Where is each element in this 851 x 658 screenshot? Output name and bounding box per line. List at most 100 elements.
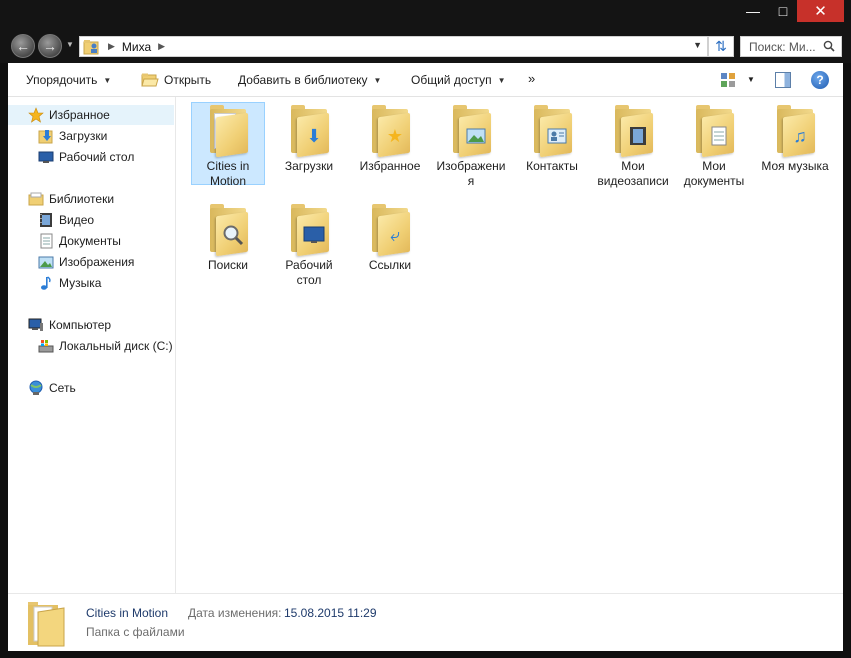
- folder-item-documents[interactable]: Мои документы: [677, 103, 751, 189]
- date-modified-value: 15.08.2015 11:29: [284, 606, 377, 620]
- breadcrumb-separator[interactable]: ▶: [108, 41, 115, 52]
- pictures-folder-icon: [449, 105, 493, 158]
- selected-item-type: Папка с файлами: [86, 625, 185, 639]
- nav-libraries[interactable]: Библиотеки: [28, 189, 114, 209]
- organize-label: Упорядочить: [26, 73, 98, 87]
- more-commands-button[interactable]: »: [528, 71, 535, 86]
- music-folder-icon: ♫: [773, 105, 817, 158]
- folder-label: Мои документы: [683, 159, 745, 188]
- explorer-body: Избранное Загрузки Рабочий стол Библиоте…: [8, 97, 843, 593]
- breadcrumb-separator[interactable]: ▶: [158, 41, 165, 52]
- contacts-folder-icon: [530, 105, 574, 158]
- nav-favorites[interactable]: Избранное: [8, 105, 174, 125]
- open-button[interactable]: Открыть: [141, 73, 211, 87]
- search-icon: [823, 40, 835, 52]
- folder-item-cities-in-motion[interactable]: Cities in Motion: [191, 102, 265, 188]
- navigation-pane: Избранное Загрузки Рабочий стол Библиоте…: [8, 97, 176, 593]
- address-bar[interactable]: ▶ Миха ▶ ▼: [79, 36, 708, 57]
- folder-icon: [26, 598, 66, 648]
- documents-icon: [38, 233, 54, 249]
- nav-computer[interactable]: Компьютер: [28, 315, 111, 335]
- folder-label: Контакты: [526, 159, 578, 173]
- desktop-folder-icon: [287, 204, 331, 257]
- folder-icon: [206, 105, 250, 158]
- close-button[interactable]: ✕: [797, 0, 844, 22]
- images-icon: [38, 254, 54, 270]
- preview-pane-icon[interactable]: [775, 72, 791, 88]
- recent-locations-dropdown[interactable]: ▼: [66, 40, 74, 49]
- folder-label: Рабочий стол: [285, 258, 333, 287]
- nav-label: Изображения: [59, 255, 135, 269]
- folder-label: Изображения: [436, 159, 506, 188]
- searches-folder-icon: [206, 204, 250, 257]
- forward-button[interactable]: →: [38, 34, 62, 58]
- open-folder-icon: [141, 73, 159, 87]
- nav-label: Локальный диск (C:): [59, 339, 173, 353]
- star-icon: [28, 107, 44, 123]
- nav-label: Видео: [59, 213, 95, 227]
- minimize-button[interactable]: —: [740, 0, 766, 22]
- details-pane: Cities in Motion Папка с файлами Дата из…: [8, 593, 843, 651]
- add-to-library-button[interactable]: Добавить в библиотеку ▼: [238, 73, 381, 87]
- folder-item-desktop[interactable]: Рабочий стол: [272, 202, 346, 288]
- nav-video[interactable]: Видео: [38, 210, 94, 230]
- share-label: Общий доступ: [411, 73, 492, 87]
- folder-label: Загрузки: [284, 159, 334, 173]
- nav-local-disk[interactable]: Локальный диск (C:): [38, 336, 173, 356]
- breadcrumb-user[interactable]: Миха: [122, 40, 151, 54]
- title-bar: — □ ✕: [0, 0, 851, 30]
- nav-label: Библиотеки: [49, 192, 115, 206]
- back-button[interactable]: ←: [11, 34, 35, 58]
- nav-images[interactable]: Изображения: [38, 252, 134, 272]
- view-options-dropdown[interactable]: ▼: [747, 75, 755, 84]
- folder-item-links[interactable]: ⤶ Ссылки: [353, 202, 427, 273]
- nav-label: Документы: [59, 234, 121, 248]
- nav-downloads[interactable]: Загрузки: [38, 126, 107, 146]
- chevron-down-icon: ▼: [103, 75, 112, 85]
- folder-label: Поиски: [208, 258, 248, 272]
- folder-item-downloads[interactable]: ⬇ Загрузки: [272, 103, 346, 174]
- chevron-down-icon: ▼: [497, 75, 506, 85]
- folder-item-contacts[interactable]: Контакты: [515, 103, 589, 174]
- nav-label: Сеть: [49, 381, 76, 395]
- network-icon: [28, 380, 44, 396]
- selected-item-name: Cities in Motion: [86, 606, 169, 620]
- folder-item-searches[interactable]: Поиски: [191, 202, 265, 273]
- music-note-icon: [38, 275, 54, 291]
- nav-label: Компьютер: [49, 318, 112, 332]
- nav-desktop[interactable]: Рабочий стол: [38, 147, 134, 167]
- help-button[interactable]: ?: [811, 71, 829, 89]
- open-label: Открыть: [164, 73, 212, 87]
- nav-label: Загрузки: [59, 129, 108, 143]
- share-button[interactable]: Общий доступ ▼: [411, 73, 506, 87]
- maximize-button[interactable]: □: [770, 0, 796, 22]
- navigation-row: ← → ▼ ▶ Миха ▶ ▼ ⇅ Поиск: Ми...: [0, 30, 851, 63]
- folder-label: Мои видеозаписи: [597, 159, 669, 188]
- nav-label: Избранное: [49, 108, 110, 122]
- folder-item-videos[interactable]: Мои видеозаписи: [596, 103, 670, 189]
- folder-item-music[interactable]: ♫ Моя музыка: [758, 103, 832, 174]
- refresh-icon: ⇅: [715, 38, 727, 54]
- user-folder-icon: [83, 39, 101, 55]
- organize-button[interactable]: Упорядочить ▼: [26, 73, 111, 87]
- nav-network[interactable]: Сеть: [28, 378, 76, 398]
- add-to-library-label: Добавить в библиотеку: [238, 73, 368, 87]
- nav-label: Рабочий стол: [59, 150, 135, 164]
- command-bar: Упорядочить ▼ Открыть Добавить в библиоте…: [8, 63, 843, 97]
- search-placeholder: Поиск: Ми...: [749, 39, 816, 54]
- nav-music[interactable]: Музыка: [38, 273, 101, 293]
- hard-drive-icon: [38, 338, 54, 354]
- libraries-icon: [28, 191, 44, 207]
- search-input[interactable]: Поиск: Ми...: [740, 36, 842, 57]
- refresh-button[interactable]: ⇅: [708, 36, 734, 57]
- downloads-icon: [38, 128, 54, 144]
- folder-item-favorites[interactable]: ★ Избранное: [353, 103, 427, 174]
- folder-label: Избранное: [359, 159, 421, 173]
- chevron-down-icon: ▼: [373, 75, 382, 85]
- nav-documents[interactable]: Документы: [38, 231, 121, 251]
- nav-label: Музыка: [59, 276, 102, 290]
- arrow-right-icon: →: [43, 38, 57, 54]
- folder-item-pictures[interactable]: Изображения: [434, 103, 508, 189]
- address-history-dropdown[interactable]: ▼: [693, 40, 702, 50]
- change-view-icon[interactable]: [720, 72, 736, 88]
